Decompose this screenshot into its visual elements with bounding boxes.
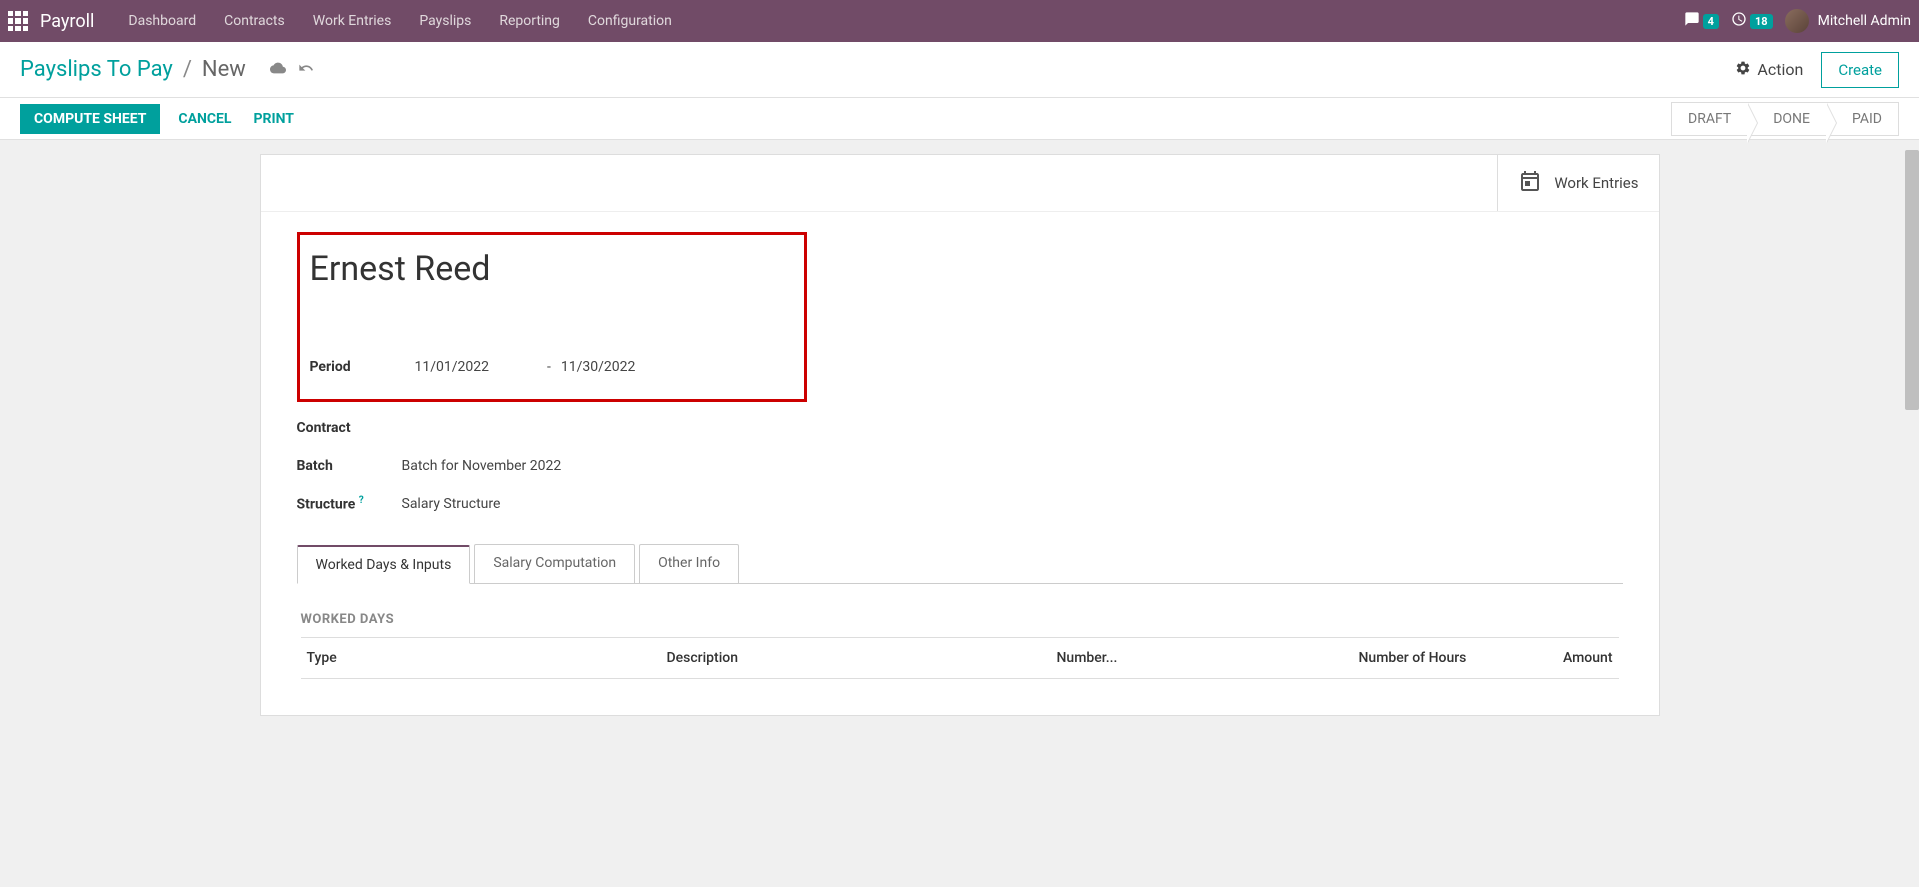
action-area: Action Create — [1735, 52, 1899, 88]
period-dates: 11/01/2022 - 11/30/2022 — [415, 359, 636, 375]
tab-other-info[interactable]: Other Info — [639, 544, 739, 583]
nav-right: 4 18 Mitchell Admin — [1684, 9, 1911, 33]
breadcrumb-parent[interactable]: Payslips To Pay — [20, 57, 173, 82]
cancel-button[interactable]: CANCEL — [178, 111, 231, 127]
chat-icon — [1684, 11, 1700, 31]
breadcrumb-separator: / — [183, 57, 192, 82]
contract-row: Contract — [297, 410, 1623, 446]
employee-highlight: Ernest Reed Period 11/01/2022 - 11/30/20… — [297, 232, 807, 402]
apps-icon[interactable] — [8, 11, 28, 31]
structure-help-icon[interactable]: ? — [359, 495, 364, 506]
work-entries-button[interactable]: Work Entries — [1497, 155, 1658, 211]
contract-label: Contract — [297, 420, 402, 436]
nav-configuration[interactable]: Configuration — [574, 0, 686, 42]
period-from[interactable]: 11/01/2022 — [415, 359, 490, 375]
structure-row: Structure ? Salary Structure — [297, 486, 1623, 522]
app-title[interactable]: Payroll — [40, 11, 94, 32]
scrollbar-thumb[interactable] — [1905, 150, 1919, 410]
messages-button[interactable]: 4 — [1684, 11, 1719, 31]
period-label: Period — [310, 359, 415, 375]
status-draft[interactable]: DRAFT — [1671, 102, 1747, 136]
undo-icon[interactable] — [298, 57, 314, 82]
status-bar: DRAFT DONE PAID — [1671, 102, 1899, 136]
employee-name[interactable]: Ernest Reed — [310, 249, 794, 289]
breadcrumb: Payslips To Pay / New — [20, 57, 314, 82]
nav-work-entries[interactable]: Work Entries — [299, 0, 406, 42]
structure-label: Structure ? — [297, 495, 402, 513]
batch-row: Batch Batch for November 2022 — [297, 448, 1623, 484]
messages-count: 4 — [1703, 14, 1719, 29]
structure-label-text: Structure — [297, 497, 356, 513]
nav-reporting[interactable]: Reporting — [485, 0, 574, 42]
structure-value[interactable]: Salary Structure — [402, 496, 501, 512]
breadcrumb-bar: Payslips To Pay / New Action Create — [0, 42, 1919, 98]
th-amount[interactable]: Amount — [1559, 650, 1613, 666]
sheet-body: Ernest Reed Period 11/01/2022 - 11/30/20… — [261, 212, 1659, 715]
nav-payslips[interactable]: Payslips — [405, 0, 485, 42]
breadcrumb-icons — [270, 57, 314, 82]
main-navbar: Payroll Dashboard Contracts Work Entries… — [0, 0, 1919, 42]
tabs: Worked Days & Inputs Salary Computation … — [297, 544, 1623, 583]
tab-content: WORKED DAYS Type Description Number... N… — [297, 583, 1623, 679]
th-hours[interactable]: Number of Hours — [1359, 650, 1559, 666]
gear-icon — [1735, 60, 1751, 80]
action-label: Action — [1757, 60, 1803, 79]
activities-button[interactable]: 18 — [1731, 11, 1773, 31]
batch-label: Batch — [297, 458, 402, 474]
user-name-label: Mitchell Admin — [1818, 13, 1911, 29]
action-dropdown[interactable]: Action — [1735, 60, 1803, 80]
scrollbar[interactable] — [1905, 150, 1919, 887]
worked-days-title: WORKED DAYS — [301, 612, 1619, 627]
th-type[interactable]: Type — [307, 650, 667, 666]
clock-icon — [1731, 11, 1747, 31]
tab-salary-computation[interactable]: Salary Computation — [474, 544, 635, 583]
nav-dashboard[interactable]: Dashboard — [114, 0, 210, 42]
user-menu[interactable]: Mitchell Admin — [1785, 9, 1911, 33]
th-number[interactable]: Number... — [1057, 650, 1359, 666]
th-description[interactable]: Description — [667, 650, 1057, 666]
calendar-icon — [1518, 169, 1542, 197]
content-wrap: Work Entries Ernest Reed Period 11/01/20… — [260, 140, 1660, 716]
period-to[interactable]: 11/30/2022 — [561, 359, 636, 375]
nav-items: Dashboard Contracts Work Entries Payslip… — [114, 0, 685, 42]
action-bar: COMPUTE SHEET CANCEL PRINT DRAFT DONE PA… — [0, 98, 1919, 140]
tab-worked-days[interactable]: Worked Days & Inputs — [297, 545, 471, 584]
form-sheet: Work Entries Ernest Reed Period 11/01/20… — [260, 154, 1660, 716]
create-button[interactable]: Create — [1821, 52, 1899, 88]
cloud-save-icon[interactable] — [270, 57, 286, 82]
activities-count: 18 — [1750, 14, 1773, 29]
worked-days-table-header: Type Description Number... Number of Hou… — [301, 637, 1619, 679]
compute-sheet-button[interactable]: COMPUTE SHEET — [20, 104, 160, 134]
batch-value[interactable]: Batch for November 2022 — [402, 458, 562, 474]
breadcrumb-current: New — [202, 57, 246, 82]
status-done[interactable]: DONE — [1747, 102, 1826, 136]
period-separator: - — [547, 359, 551, 375]
work-entries-label: Work Entries — [1554, 174, 1638, 192]
print-button[interactable]: PRINT — [253, 111, 293, 127]
avatar — [1785, 9, 1809, 33]
nav-contracts[interactable]: Contracts — [210, 0, 299, 42]
period-row: Period 11/01/2022 - 11/30/2022 — [310, 349, 794, 385]
sheet-header-buttons: Work Entries — [261, 155, 1659, 212]
